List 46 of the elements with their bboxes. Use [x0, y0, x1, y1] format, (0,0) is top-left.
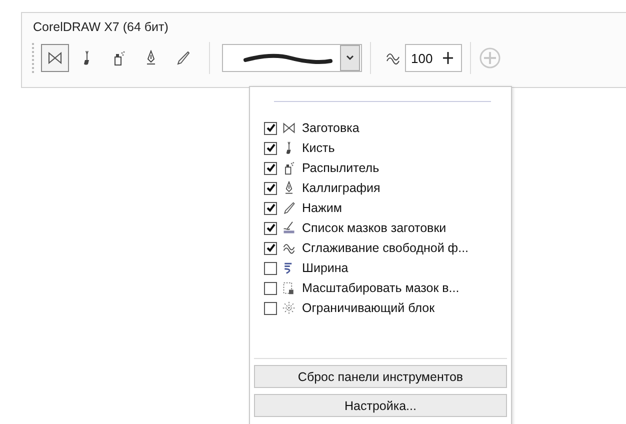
menu-button[interactable]: Настройка...	[254, 394, 507, 417]
menu-item[interactable]: Сглаживание свободной ф...	[254, 238, 507, 258]
menu-item-label: Нажим	[302, 201, 342, 215]
window-title: CorelDRAW X7 (64 бит)	[32, 19, 170, 34]
checkbox[interactable]	[264, 182, 277, 194]
menu-item[interactable]: Ограничивающий блок	[254, 298, 507, 318]
slider-icon[interactable]	[441, 51, 455, 65]
spray-bottle-icon	[282, 161, 296, 175]
smoothing-field[interactable]: 100	[405, 44, 462, 72]
bowtie-icon	[282, 121, 296, 135]
bowtie-icon	[47, 50, 63, 66]
menu-item-label: Каллиграфия	[302, 181, 380, 195]
menu-item[interactable]: Масштабировать мазок в...	[254, 278, 507, 298]
menu-item-label: Ширина	[302, 261, 348, 275]
menu-item[interactable]: Каллиграфия	[254, 178, 507, 198]
tool-button[interactable]	[41, 44, 69, 72]
menu-item[interactable]: Распылитель	[254, 158, 507, 178]
checkbox[interactable]	[264, 142, 277, 154]
pen-stroke-icon	[282, 221, 296, 235]
pencil-icon	[175, 50, 191, 66]
stroke-dropdown[interactable]	[222, 44, 362, 72]
menu-item-label: Ограничивающий блок	[302, 301, 435, 315]
checkbox[interactable]	[264, 282, 277, 294]
menu-item-label: Заготовка	[302, 121, 360, 135]
smooth-curve-icon	[282, 241, 296, 255]
menu-item-label: Сглаживание свободной ф...	[302, 241, 469, 255]
checkbox[interactable]	[264, 242, 277, 254]
checkbox[interactable]	[264, 122, 277, 134]
menu-item[interactable]: Кисть	[254, 138, 507, 158]
menu-item-label: Кисть	[302, 141, 335, 155]
menu-item-label: Распылитель	[302, 161, 380, 175]
menu-item-label: Масштабировать мазок в...	[302, 281, 460, 295]
pencil-icon	[282, 201, 296, 215]
dotted-frame-icon	[282, 281, 296, 295]
menu-item[interactable]: Ширина	[254, 258, 507, 278]
checkbox[interactable]	[264, 262, 277, 274]
checkbox[interactable]	[264, 162, 277, 174]
checkbox[interactable]	[264, 222, 277, 234]
checkbox[interactable]	[264, 302, 277, 314]
menu-item-label: Список мазков заготовки	[302, 221, 446, 235]
menu-item[interactable]: Заготовка	[254, 118, 507, 138]
dotted-box-icon	[282, 301, 296, 315]
menu-button[interactable]: Сброс панели инструментов	[254, 365, 507, 388]
menu-item[interactable]: Список мазков заготовки	[254, 218, 507, 238]
checkbox[interactable]	[264, 202, 277, 214]
menu-item[interactable]: Нажим	[254, 198, 507, 218]
